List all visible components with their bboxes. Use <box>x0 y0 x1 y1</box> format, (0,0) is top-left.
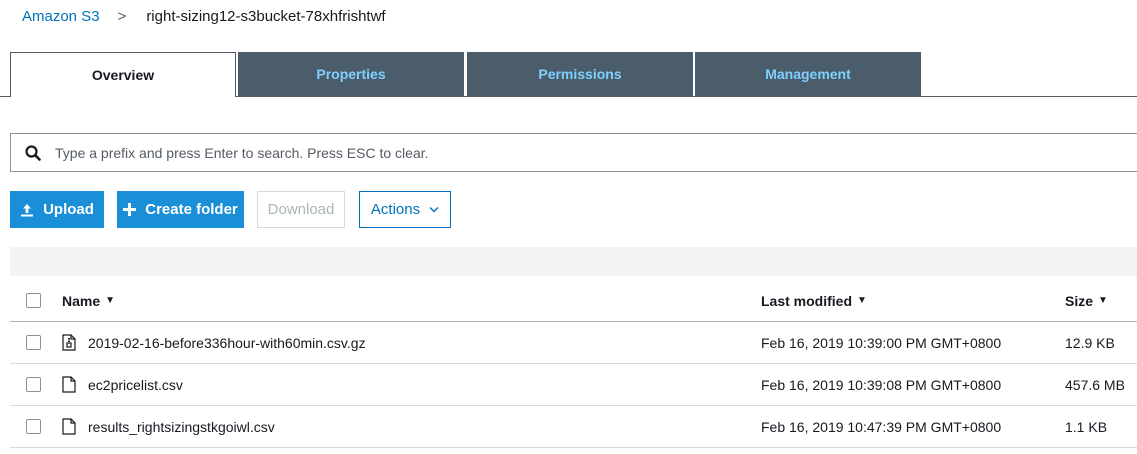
file-icon <box>62 418 78 435</box>
row-checkbox-cell <box>26 322 41 363</box>
size-cell: 457.6 MB <box>1065 376 1125 393</box>
search-bar <box>10 133 1137 172</box>
search-input[interactable] <box>55 144 955 161</box>
object-name-link[interactable]: 2019-02-16-before336hour-with60min.csv.g… <box>88 335 366 351</box>
size-cell: 1.1 KB <box>1065 418 1108 435</box>
plus-icon <box>123 203 137 216</box>
row-checkbox[interactable] <box>26 335 41 350</box>
size-cell: 12.9 KB <box>1065 334 1115 351</box>
breadcrumb: Amazon S3 > right-sizing12-s3bucket-78xh… <box>22 6 386 26</box>
archive-file-icon <box>62 334 78 351</box>
last-modified-cell: Feb 16, 2019 10:39:00 PM GMT+0800 <box>761 334 1002 351</box>
column-header-last-modified[interactable]: Last modified ▼ <box>761 280 867 321</box>
select-all-checkbox[interactable] <box>26 293 41 308</box>
column-header-last-modified-label: Last modified <box>761 292 853 309</box>
sort-caret-icon: ▼ <box>857 295 867 306</box>
column-header-size[interactable]: Size ▼ <box>1065 280 1108 321</box>
table-header-row: Name ▼ Last modified ▼ Size ▼ <box>10 280 1137 322</box>
object-name-cell: results_rightsizingstkgoiwl.csv <box>62 406 275 447</box>
tab-permissions[interactable]: Permissions <box>467 52 693 96</box>
breadcrumb-separator: > <box>117 7 127 25</box>
upload-button-label: Upload <box>43 201 94 218</box>
upload-button[interactable]: Upload <box>10 191 104 228</box>
tab-management[interactable]: Management <box>695 52 921 96</box>
objects-table: Name ▼ Last modified ▼ Size ▼ 2019-02-16… <box>10 280 1137 448</box>
object-name-link[interactable]: results_rightsizingstkgoiwl.csv <box>88 419 275 435</box>
breadcrumb-bucket-name: right-sizing12-s3bucket-78xhfrishtwf <box>146 7 386 25</box>
tab-bar: Overview Properties Permissions Manageme… <box>0 52 1137 97</box>
tab-overview[interactable]: Overview <box>10 52 236 97</box>
create-folder-button[interactable]: Create folder <box>117 191 244 228</box>
actions-button-label: Actions <box>370 201 421 218</box>
column-header-size-label: Size <box>1065 292 1094 309</box>
sort-caret-icon: ▼ <box>105 295 116 306</box>
row-checkbox-cell <box>26 406 41 447</box>
row-checkbox[interactable] <box>26 419 41 434</box>
object-name-cell: 2019-02-16-before336hour-with60min.csv.g… <box>62 322 366 363</box>
file-icon <box>62 376 78 393</box>
table-row[interactable]: 2019-02-16-before336hour-with60min.csv.g… <box>10 322 1137 364</box>
upload-icon <box>20 203 34 217</box>
table-row[interactable]: results_rightsizingstkgoiwl.csv Feb 16, … <box>10 406 1137 448</box>
table-toolbar-band <box>10 247 1137 276</box>
select-all-cell <box>26 280 41 321</box>
search-icon <box>11 144 55 161</box>
sort-caret-icon: ▼ <box>1098 295 1108 306</box>
column-header-name[interactable]: Name ▼ <box>62 280 115 321</box>
tab-properties[interactable]: Properties <box>238 52 464 96</box>
row-checkbox-cell <box>26 364 41 405</box>
last-modified-cell: Feb 16, 2019 10:47:39 PM GMT+0800 <box>761 418 1002 435</box>
last-modified-cell: Feb 16, 2019 10:39:08 PM GMT+0800 <box>761 376 1002 393</box>
create-folder-button-label: Create folder <box>145 201 238 218</box>
object-name-link[interactable]: ec2pricelist.csv <box>88 377 183 393</box>
object-name-cell: ec2pricelist.csv <box>62 364 183 405</box>
breadcrumb-amazon-s3-link[interactable]: Amazon S3 <box>22 8 100 25</box>
actions-dropdown-button[interactable]: Actions <box>359 191 451 228</box>
table-row[interactable]: ec2pricelist.csv Feb 16, 2019 10:39:08 P… <box>10 364 1137 406</box>
download-button[interactable]: Download <box>257 191 345 228</box>
column-header-name-label: Name <box>62 292 101 309</box>
chevron-down-icon <box>429 206 439 213</box>
row-checkbox[interactable] <box>26 377 41 392</box>
